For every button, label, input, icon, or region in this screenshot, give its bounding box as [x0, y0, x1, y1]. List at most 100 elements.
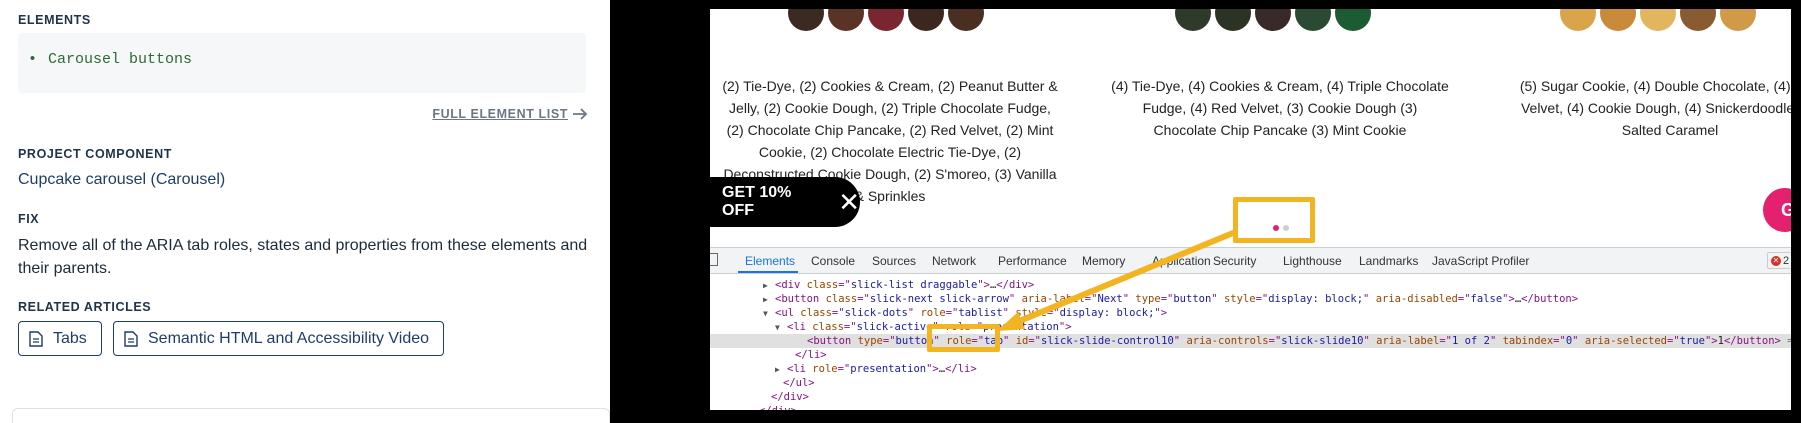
code-token: </button> — [1521, 293, 1579, 305]
code-token: </li> — [795, 349, 827, 361]
cookie-image — [868, 9, 904, 31]
code-token: slick-slide10 — [1281, 335, 1364, 347]
code-token: type — [857, 335, 883, 347]
document-icon — [29, 330, 43, 347]
dom-node[interactable]: ▶ <li role="presentation">…</li> — [710, 362, 1791, 376]
cookie-image — [1680, 9, 1716, 31]
code-token: </div> — [771, 391, 809, 403]
code-token: display: block; — [1059, 307, 1155, 319]
code-token: =" — [1255, 293, 1269, 305]
cookie-image — [828, 9, 864, 31]
issue-detail-panel: ELEMENTS • Carousel buttons FULL ELEMENT… — [0, 0, 610, 423]
cookie-image — [948, 9, 984, 31]
code-token: false — [1470, 293, 1503, 305]
product-image — [780, 9, 1010, 31]
code-token: slick-slide-control10 — [1041, 335, 1174, 347]
devtools-tab-security[interactable]: Security — [1213, 254, 1256, 268]
bullet: • — [28, 51, 38, 68]
error-icon: ✕ — [1771, 255, 1781, 266]
code-token: presentation — [850, 363, 927, 375]
related-articles-label: RELATED ARTICLES — [18, 300, 152, 314]
code-token: </div> — [759, 405, 797, 410]
devtools-tab-console[interactable]: Console — [811, 254, 855, 268]
devtools-tab-javascript-profiler[interactable]: JavaScript Profiler — [1432, 254, 1529, 268]
full-element-list-link[interactable]: FULL ELEMENT LIST — [432, 107, 588, 121]
project-component-value: Cupcake carousel (Carousel) — [18, 171, 226, 188]
dom-node[interactable]: </ul> — [710, 376, 1791, 390]
chat-button[interactable]: G — [1763, 188, 1791, 232]
collapse-triangle-icon[interactable]: ▶ — [763, 293, 775, 307]
code-token: </div> — [996, 279, 1035, 291]
devtools-tab-elements[interactable]: Elements — [745, 254, 795, 268]
code-token: aria-label — [1376, 335, 1440, 347]
code-token: aria-label — [1021, 293, 1085, 305]
related-article-video-button[interactable]: Semantic HTML and Accessibility Video — [113, 321, 445, 356]
error-counter[interactable]: ✕ 2 — [1767, 252, 1791, 269]
code-token: =" — [837, 363, 851, 375]
devtools-tab-memory[interactable]: Memory — [1082, 254, 1125, 268]
code-token: =" — [1553, 335, 1566, 347]
code-token: =" — [831, 307, 845, 319]
active-tab-indicator — [738, 271, 798, 273]
document-icon — [124, 330, 138, 347]
dom-node[interactable]: </li> — [710, 348, 1791, 362]
devtools-tab-application[interactable]: Application — [1152, 254, 1211, 268]
dom-node-selected[interactable]: <button type="button" role="tab" id="sli… — [710, 334, 1791, 348]
expand-triangle-icon[interactable]: ▼ — [763, 307, 775, 321]
devtools-tab-performance[interactable]: Performance — [998, 254, 1067, 268]
code-token: <li — [787, 363, 813, 375]
code-token: "> — [1704, 335, 1718, 347]
collapse-triangle-icon[interactable]: ▶ — [775, 363, 787, 377]
collapse-triangle-icon[interactable]: ▶ — [763, 279, 775, 293]
code-token: slick-list draggable — [850, 279, 978, 291]
related-article-tabs-button[interactable]: Tabs — [18, 321, 102, 356]
code-token: true — [1679, 335, 1705, 347]
code-token: aria-disabled — [1375, 293, 1458, 305]
dom-node[interactable]: ▼ <li class="slick-active" role="presenta… — [710, 320, 1791, 334]
code-token: <li — [787, 321, 813, 333]
code-token: tabindex — [1502, 335, 1554, 347]
dom-node[interactable]: ▶ <div class="slick-list draggable">…</di… — [710, 278, 1791, 292]
dom-node[interactable]: ▼ <ul class="slick-dots" role="tablist" s… — [710, 306, 1791, 320]
element-item: Carousel buttons — [48, 51, 193, 68]
devtools-tab-landmarks[interactable]: Landmarks — [1359, 254, 1418, 268]
cookie-image — [1560, 9, 1596, 31]
code-token: " — [1002, 307, 1016, 319]
code-token: 1 of 2 — [1452, 335, 1490, 347]
cookie-image — [1600, 9, 1636, 31]
code-token: =" — [1028, 335, 1042, 347]
code-token: " — [1173, 335, 1187, 347]
inspect-icon[interactable] — [710, 253, 718, 266]
product-description: (4) Tie-Dye, (4) Cookies & Cream, (4) Tr… — [1111, 78, 1449, 138]
expand-triangle-icon[interactable]: ▼ — [775, 321, 787, 335]
dom-node[interactable]: </div> — [710, 390, 1791, 404]
code-token: </li> — [945, 363, 977, 375]
code-token: " — [1363, 293, 1376, 305]
fix-label: FIX — [18, 212, 40, 226]
cookie-image — [1720, 9, 1756, 31]
code-token: " — [1572, 335, 1585, 347]
code-token: =" — [838, 279, 851, 291]
code-token: slick-dots — [844, 307, 908, 319]
code-token: " — [1008, 293, 1022, 305]
promo-label: GET 10% OFF — [722, 184, 792, 219]
code-token: tablist — [958, 307, 1003, 319]
code-token: aria-selected — [1584, 335, 1667, 347]
dom-node[interactable]: </div> — [710, 404, 1791, 410]
highlight-box-role-tab — [927, 324, 1000, 352]
code-token: aria-controls — [1186, 335, 1269, 347]
promo-banner[interactable]: GET 10% OFF ✕ — [710, 177, 860, 227]
dom-node[interactable]: ▶ <button class="slick-next slick-arrow" … — [710, 292, 1791, 306]
elements-box: • Carousel buttons — [18, 33, 586, 93]
devtools-tab-sources[interactable]: Sources — [872, 254, 916, 268]
code-token: type — [1135, 293, 1161, 305]
code-token: <button — [807, 335, 858, 347]
code-token: role — [920, 307, 946, 319]
devtools-tab-network[interactable]: Network — [932, 254, 976, 268]
cookie-image — [1640, 9, 1676, 31]
cookie-image — [1335, 9, 1371, 31]
devtools-tab-lighthouse[interactable]: Lighthouse — [1283, 254, 1342, 268]
close-icon[interactable]: ✕ — [838, 189, 860, 215]
code-token: =" — [1667, 335, 1680, 347]
product-image — [1165, 9, 1395, 31]
